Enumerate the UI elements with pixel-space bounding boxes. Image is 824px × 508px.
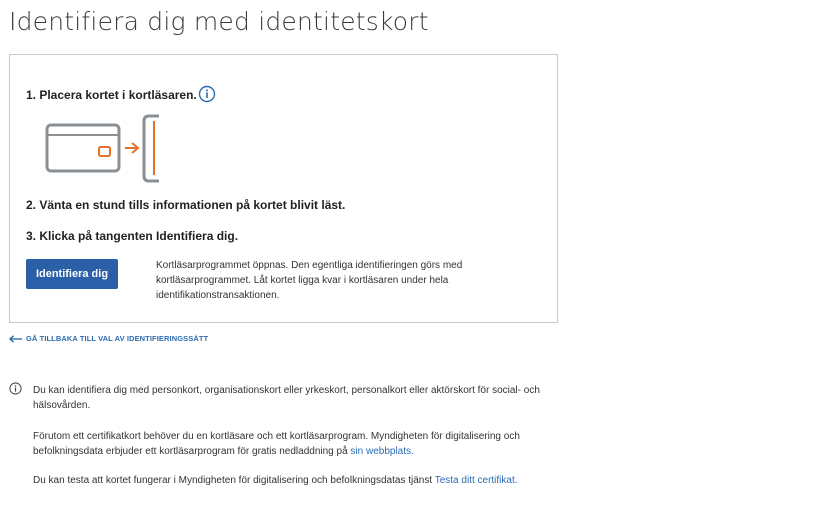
card-reader-illustration bbox=[44, 113, 164, 190]
back-to-identification-methods-link[interactable]: GÅ TILLBAKA TILL VAL AV IDENTIFIERINGSSÄ… bbox=[9, 334, 208, 343]
info-paragraph-card-reader: Förutom ett certifikatkort behöver du en… bbox=[33, 429, 569, 459]
back-link-label: GÅ TILLBAKA TILL VAL AV IDENTIFIERINGSSÄ… bbox=[26, 334, 209, 343]
step-2-text: 2. Vänta en stund tills informationen på… bbox=[26, 198, 346, 212]
webpage-link[interactable]: sin webbplats. bbox=[350, 446, 413, 457]
identify-button[interactable]: Identifiera dig bbox=[26, 259, 118, 289]
identification-card-panel: 1. Placera kortet i kortläsaren. 2. Vänt… bbox=[9, 54, 558, 323]
step-3-text: 3. Klicka på tangenten Identifiera dig. bbox=[26, 229, 239, 243]
test-certificate-link[interactable]: Testa ditt certifikat. bbox=[435, 475, 518, 486]
card-reader-description: Kortläsarprogrammet öppnas. Den egentlig… bbox=[156, 260, 463, 301]
step-1-text: 1. Placera kortet i kortläsaren. bbox=[26, 88, 197, 102]
info-icon[interactable] bbox=[198, 85, 216, 103]
info-circle-icon bbox=[9, 382, 22, 395]
arrow-left-icon bbox=[9, 334, 22, 343]
info-p2-text: Förutom ett certifikatkort behöver du en… bbox=[33, 431, 520, 457]
page-title: Identifiera dig med identitetskort bbox=[9, 7, 429, 36]
info-paragraph-test-certificate: Du kan testa att kortet fungerar i Myndi… bbox=[33, 473, 569, 488]
info-paragraph-card-types: Du kan identifiera dig med personkort, o… bbox=[33, 385, 540, 411]
info-p3-text: Du kan testa att kortet fungerar i Myndi… bbox=[33, 475, 435, 486]
